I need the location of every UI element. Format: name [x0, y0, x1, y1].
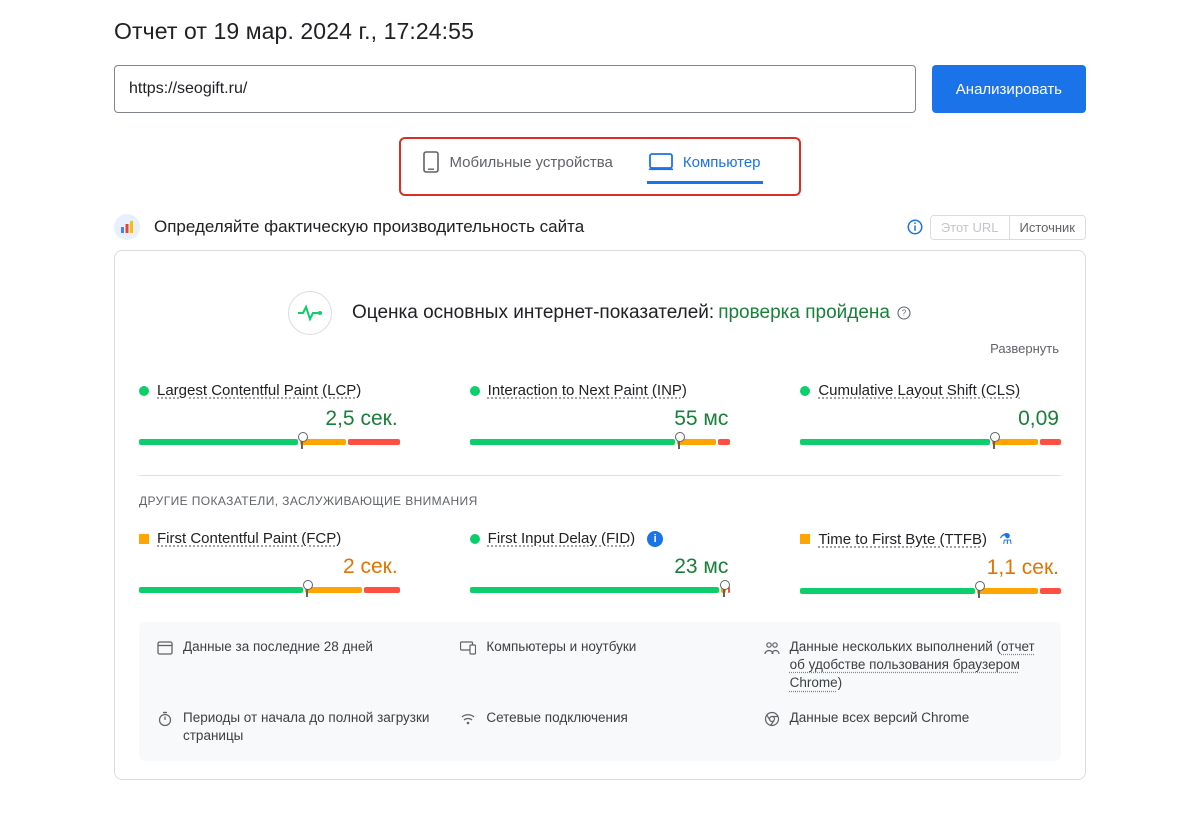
- info-icon[interactable]: [906, 218, 924, 236]
- scope-toggle: Этот URL Источник: [930, 215, 1086, 240]
- cwv-status: проверка пройдена: [718, 302, 890, 324]
- calendar-icon: [157, 640, 173, 656]
- stopwatch-icon: [157, 711, 173, 727]
- metric-value: 23 мс: [470, 555, 731, 579]
- scope-this-url[interactable]: Этот URL: [931, 216, 1009, 239]
- metric-bar: [139, 439, 400, 447]
- svg-text:?: ?: [902, 309, 907, 318]
- metric-value: 2 сек.: [139, 555, 400, 579]
- devices-icon: [460, 640, 476, 656]
- tab-mobile-label: Мобильные устройства: [449, 154, 612, 171]
- desktop-icon: [649, 153, 673, 171]
- cwv-pass-icon: [288, 291, 332, 335]
- metric-name[interactable]: Interaction to Next Paint (INP): [488, 382, 687, 399]
- metric-bar: [800, 588, 1061, 596]
- status-dot: [800, 386, 810, 396]
- metric-bar: [800, 439, 1061, 447]
- metric-pin: [301, 435, 303, 449]
- status-dot: [800, 534, 810, 544]
- metric: Interaction to Next Paint (INP) 55 мс: [470, 382, 731, 447]
- status-dot: [470, 534, 480, 544]
- wifi-icon: [460, 711, 476, 727]
- metric-pin: [978, 584, 980, 598]
- url-row: Анализировать: [114, 65, 1086, 113]
- legend-period: Данные за последние 28 дней: [157, 638, 436, 693]
- metric-name[interactable]: First Input Delay (FID): [488, 530, 636, 547]
- url-input[interactable]: [114, 65, 916, 113]
- metric-bar: [470, 439, 731, 447]
- field-data-card: Оценка основных интернет-показателей: пр…: [114, 250, 1086, 780]
- legend-many-visits: Данные нескольких выполнений (отчет об у…: [764, 638, 1043, 693]
- legend-box: Данные за последние 28 дней Компьютеры и…: [139, 622, 1061, 761]
- metric-value: 2,5 сек.: [139, 407, 400, 431]
- core-metrics-row: Largest Contentful Paint (LCP) 2,5 сек. …: [139, 382, 1061, 447]
- chrome-icon: [764, 711, 780, 727]
- metric: Largest Contentful Paint (LCP) 2,5 сек.: [139, 382, 400, 447]
- metric: First Contentful Paint (FCP) 2 сек.: [139, 530, 400, 596]
- metric-bar: [139, 587, 400, 595]
- metric-name[interactable]: Cumulative Layout Shift (CLS): [818, 382, 1020, 399]
- metric-pin: [678, 435, 680, 449]
- metric: Cumulative Layout Shift (CLS) 0,09: [800, 382, 1061, 447]
- metric: First Input Delay (FID) i 23 мс: [470, 530, 731, 596]
- metric-pin: [723, 583, 725, 597]
- report-title: Отчет от 19 мар. 2024 г., 17:24:55: [114, 18, 1086, 45]
- status-dot: [139, 386, 149, 396]
- legend-devices: Компьютеры и ноутбуки: [460, 638, 739, 693]
- scope-source[interactable]: Источник: [1009, 216, 1086, 239]
- metric-name[interactable]: First Contentful Paint (FCP): [157, 530, 341, 547]
- metric-name[interactable]: Largest Contentful Paint (LCP): [157, 382, 361, 399]
- section-header: Определяйте фактическую производительнос…: [114, 214, 1086, 240]
- info-badge[interactable]: i: [647, 531, 663, 547]
- other-metrics-row: First Contentful Paint (FCP) 2 сек. Firs…: [139, 530, 1061, 596]
- crux-icon: [114, 214, 140, 240]
- legend-all-chrome: Данные всех версий Chrome: [764, 709, 1043, 745]
- metric-value: 0,09: [800, 407, 1061, 431]
- metric-value: 55 мс: [470, 407, 731, 431]
- mobile-icon: [423, 151, 439, 173]
- tab-desktop[interactable]: Компьютер: [647, 149, 763, 184]
- metric-bar: [470, 587, 731, 595]
- divider: [139, 475, 1061, 476]
- expand-link[interactable]: Развернуть: [139, 341, 1059, 356]
- status-dot: [470, 386, 480, 396]
- device-tabs-highlight: Мобильные устройства Компьютер: [114, 137, 1086, 196]
- metric: Time to First Byte (TTFB) ⚗ 1,1 сек.: [800, 530, 1061, 596]
- status-dot: [139, 534, 149, 544]
- section-title: Определяйте фактическую производительнос…: [154, 217, 892, 237]
- metric-value: 1,1 сек.: [800, 556, 1061, 580]
- legend-full-load: Периоды от начала до полной загрузки стр…: [157, 709, 436, 745]
- cwv-headline: Оценка основных интернет-показателей: пр…: [139, 291, 1061, 335]
- metric-pin: [993, 435, 995, 449]
- experimental-icon: ⚗: [999, 530, 1012, 548]
- help-icon[interactable]: ?: [896, 305, 912, 321]
- tab-mobile[interactable]: Мобильные устройства: [421, 147, 614, 186]
- metric-name[interactable]: Time to First Byte (TTFB): [818, 531, 987, 548]
- legend-network: Сетевые подключения: [460, 709, 739, 745]
- users-icon: [764, 640, 780, 656]
- analyze-button[interactable]: Анализировать: [932, 65, 1086, 113]
- metric-pin: [306, 583, 308, 597]
- tab-desktop-label: Компьютер: [683, 154, 761, 171]
- cwv-label: Оценка основных интернет-показателей:: [352, 302, 714, 324]
- other-metrics-heading: ДРУГИЕ ПОКАЗАТЕЛИ, ЗАСЛУЖИВАЮЩИЕ ВНИМАНИ…: [139, 494, 1061, 508]
